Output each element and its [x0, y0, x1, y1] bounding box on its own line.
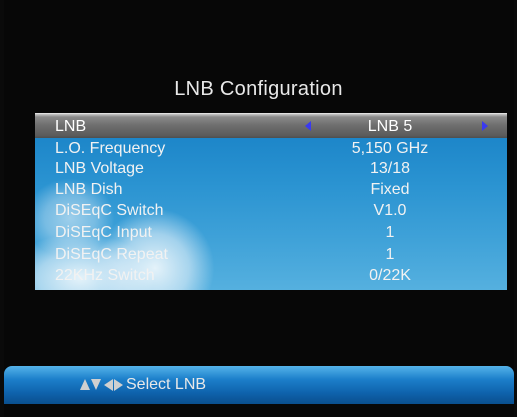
setting-row-diseqc-switch[interactable]: DiSEqC Switch V1.0 — [35, 201, 507, 220]
setting-value: 13/18 — [369, 160, 411, 177]
setting-row-lo-frequency[interactable]: L.O. Frequency 5,150 GHz — [35, 139, 507, 158]
setting-value: Fixed — [370, 181, 410, 198]
setting-row-diseqc-repeat[interactable]: DiSEqC Repeat 1 — [35, 245, 507, 264]
left-arrow-icon — [104, 379, 113, 391]
lnb-selector-label: LNB — [55, 118, 87, 135]
setting-row-22khz-switch[interactable]: 22KHz Switch 0/22K — [35, 266, 507, 285]
setting-label: DiSEqC Repeat — [55, 246, 168, 263]
setting-label: L.O. Frequency — [55, 140, 166, 157]
lnb-selector-row[interactable]: LNB LNB 5 — [35, 113, 507, 139]
setting-row-lnb-dish[interactable]: LNB Dish Fixed — [35, 180, 507, 199]
arrow-left-icon[interactable] — [305, 121, 311, 131]
footer-hint: Select LNB — [126, 376, 207, 393]
setting-row-lnb-voltage[interactable]: LNB Voltage 13/18 — [35, 159, 507, 178]
right-arrow-icon — [114, 379, 123, 391]
setting-label: 22KHz Switch — [55, 267, 155, 284]
navigation-keys — [80, 378, 124, 392]
setting-label: LNB Voltage — [55, 160, 144, 177]
setting-value: V1.0 — [373, 202, 407, 219]
lnb-selector-value: LNB 5 — [367, 118, 413, 135]
page-title: LNB Configuration — [174, 78, 343, 100]
setting-value: 1 — [385, 224, 395, 241]
settings-panel: L.O. Frequency 5,150 GHz LNB Voltage 13/… — [35, 138, 507, 290]
setting-value: 5,150 GHz — [351, 140, 429, 157]
arrow-right-icon[interactable] — [482, 121, 488, 131]
setting-value: 0/22K — [369, 267, 411, 284]
setting-row-diseqc-input[interactable]: DiSEqC Input 1 — [35, 223, 507, 242]
down-arrow-icon — [91, 379, 101, 390]
setting-label: LNB Dish — [55, 181, 123, 198]
footer-help-bar: Select LNB — [4, 366, 514, 404]
setting-label: DiSEqC Switch — [55, 202, 164, 219]
setting-label: DiSEqC Input — [55, 224, 152, 241]
up-arrow-icon — [80, 379, 90, 390]
setting-value: 1 — [385, 246, 395, 263]
tv-screen: LNB Configuration LNB LNB 5 L.O. Frequen… — [0, 0, 517, 417]
